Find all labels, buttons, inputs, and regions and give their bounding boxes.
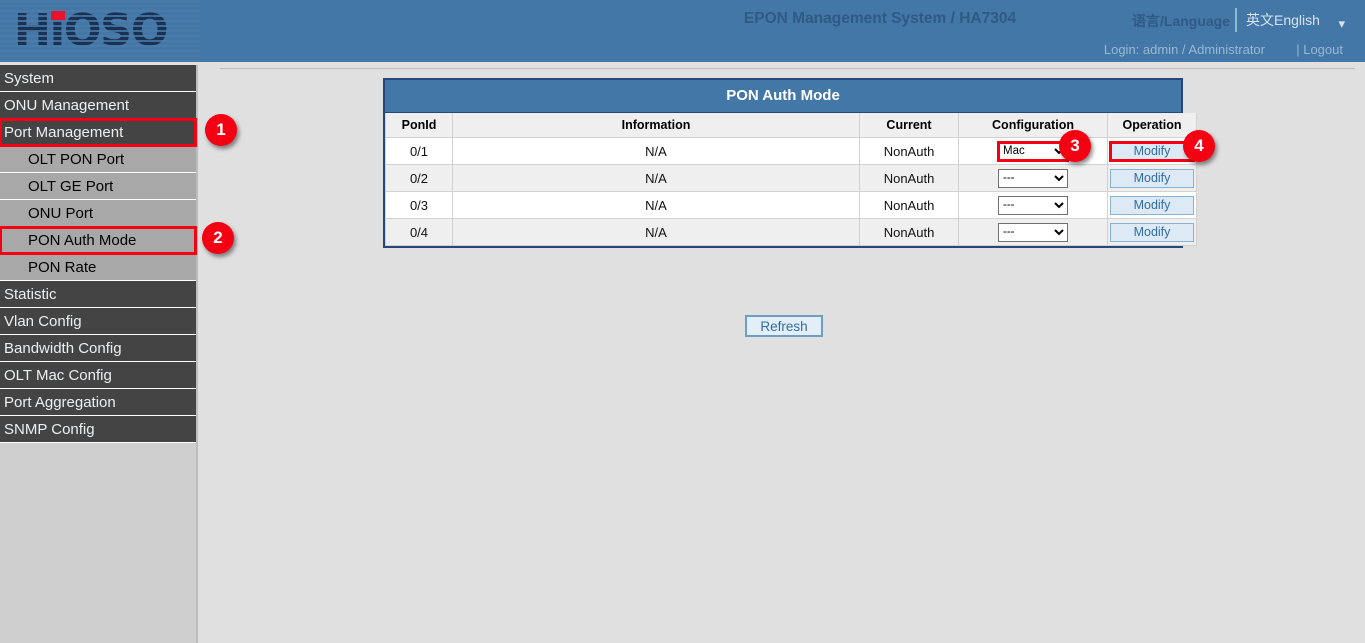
sidebar-item-label: ONU Port (28, 205, 93, 222)
cell-configuration: --- (959, 165, 1108, 192)
logout-link[interactable]: | Logout (1296, 42, 1343, 57)
sidebar-item-snmp-config[interactable]: SNMP Config (0, 416, 196, 443)
configuration-select[interactable]: --- (998, 196, 1068, 215)
sidebar-item-label: OLT GE Port (28, 178, 113, 195)
column-header-information: Information (453, 113, 860, 138)
column-header-current: Current (860, 113, 959, 138)
cell-ponid: 0/2 (386, 165, 453, 192)
sidebar-item-label: SNMP Config (4, 421, 95, 438)
cell-ponid: 0/1 (386, 138, 453, 165)
sidebar-item-onu-management[interactable]: ONU Management (0, 92, 196, 119)
annotation-badge-2: 2 (202, 222, 234, 254)
sidebar-item-port-aggregation[interactable]: Port Aggregation (0, 389, 196, 416)
sidebar-item-label: OLT PON Port (28, 151, 124, 168)
panel-title: PON Auth Mode (385, 80, 1181, 113)
configuration-select[interactable]: --- (998, 169, 1068, 188)
cell-ponid: 0/3 (386, 192, 453, 219)
configuration-select[interactable]: Mac (998, 142, 1068, 161)
content-divider (220, 68, 1355, 69)
table-row: 0/2 N/A NonAuth --- Modify (386, 165, 1197, 192)
column-header-operation: Operation (1108, 113, 1197, 138)
sidebar-item-port-management[interactable]: Port Management (0, 119, 196, 146)
pon-auth-mode-panel: PON Auth Mode PonId Information Current … (383, 78, 1183, 248)
sidebar-item-pon-auth-mode[interactable]: PON Auth Mode (0, 227, 196, 254)
modify-button[interactable]: Modify (1110, 196, 1194, 215)
refresh-button[interactable]: Refresh (745, 315, 823, 337)
cell-operation: Modify (1108, 192, 1197, 219)
sidebar-item-label: PON Rate (28, 259, 96, 276)
sidebar-item-label: Bandwidth Config (4, 340, 122, 357)
sidebar-item-label: ONU Management (4, 97, 129, 114)
logo-red-dot-icon (51, 11, 65, 20)
sidebar-item-label: PON Auth Mode (28, 232, 136, 249)
sidebar-item-olt-pon-port[interactable]: OLT PON Port (0, 146, 196, 173)
cell-current: NonAuth (860, 165, 959, 192)
configuration-select[interactable]: --- (998, 223, 1068, 242)
column-header-ponid: PonId (386, 113, 453, 138)
modify-button[interactable]: Modify (1110, 142, 1194, 161)
annotation-badge-4: 4 (1183, 130, 1215, 162)
sidebar-item-statistic[interactable]: Statistic (0, 281, 196, 308)
sidebar-item-vlan-config[interactable]: Vlan Config (0, 308, 196, 335)
sidebar-item-pon-rate[interactable]: PON Rate (0, 254, 196, 281)
sidebar-item-system[interactable]: System (0, 65, 196, 92)
cell-current: NonAuth (860, 192, 959, 219)
top-banner: HiOSO EPON Management System / HA7304 语言… (0, 0, 1365, 62)
modify-button[interactable]: Modify (1110, 223, 1194, 242)
cell-operation: Modify (1108, 165, 1197, 192)
login-info: Login: admin / Administrator (1104, 42, 1265, 57)
table-row: 0/3 N/A NonAuth --- Modify (386, 192, 1197, 219)
annotation-badge-3: 3 (1059, 130, 1091, 162)
sidebar-item-label: System (4, 70, 54, 87)
cell-configuration: --- (959, 219, 1108, 246)
sidebar-item-label: Vlan Config (4, 313, 82, 330)
cell-information: N/A (453, 165, 860, 192)
cell-current: NonAuth (860, 219, 959, 246)
cell-information: N/A (453, 219, 860, 246)
page-title: EPON Management System / HA7304 (680, 10, 1080, 28)
sidebar-item-label: Port Aggregation (4, 394, 116, 411)
cell-information: N/A (453, 192, 860, 219)
sidebar: System ONU Management Port Management OL… (0, 65, 198, 643)
language-label: 语言/Language (1132, 11, 1230, 31)
sidebar-item-label: Statistic (4, 286, 57, 303)
language-selector[interactable]: 英文English ▾ (1235, 8, 1355, 32)
cell-information: N/A (453, 138, 860, 165)
cell-ponid: 0/4 (386, 219, 453, 246)
table-row: 0/4 N/A NonAuth --- Modify (386, 219, 1197, 246)
cell-configuration: --- (959, 192, 1108, 219)
sidebar-item-bandwidth-config[interactable]: Bandwidth Config (0, 335, 196, 362)
sidebar-item-olt-ge-port[interactable]: OLT GE Port (0, 173, 196, 200)
cell-current: NonAuth (860, 138, 959, 165)
chevron-down-icon: ▾ (1338, 12, 1345, 36)
sidebar-item-label: Port Management (4, 124, 123, 141)
sidebar-item-label: OLT Mac Config (4, 367, 112, 384)
annotation-badge-1: 1 (205, 114, 237, 146)
language-selected-value: 英文English (1246, 12, 1320, 28)
sidebar-item-olt-mac-config[interactable]: OLT Mac Config (0, 362, 196, 389)
sidebar-item-onu-port[interactable]: ONU Port (0, 200, 196, 227)
logo-text: HiOSO (14, 5, 167, 57)
cell-operation: Modify (1108, 219, 1197, 246)
modify-button[interactable]: Modify (1110, 169, 1194, 188)
logo: HiOSO (0, 0, 200, 62)
